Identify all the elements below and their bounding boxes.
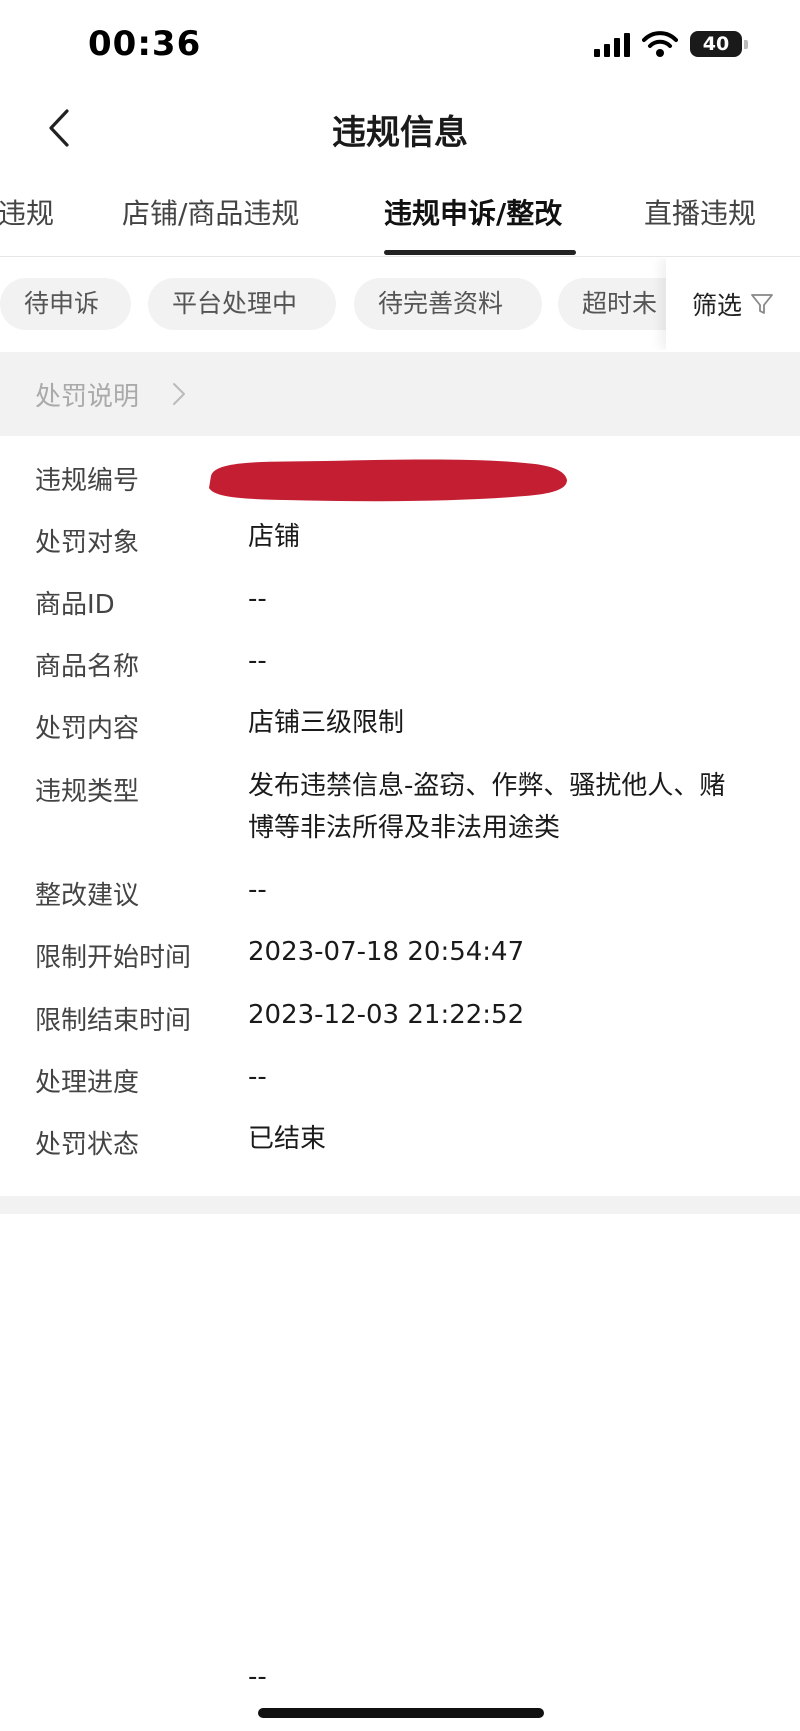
detail-value: 已结束 xyxy=(248,1124,327,1154)
detail-value: -- xyxy=(248,1062,267,1092)
detail-value: -- xyxy=(248,875,267,905)
tab-violation[interactable]: 违规 xyxy=(0,192,54,232)
detail-value: -- xyxy=(248,584,267,614)
cellular-signal-icon xyxy=(594,31,630,57)
filter-button[interactable]: 筛选 xyxy=(666,258,800,350)
active-tab-indicator xyxy=(384,250,576,255)
detail-label: 整改建议 xyxy=(35,881,140,911)
detail-label: 限制结束时间 xyxy=(35,1006,192,1036)
detail-label: 处罚对象 xyxy=(35,528,140,558)
status-bar: 00:36 40 xyxy=(0,0,800,95)
tab-appeal-rectify[interactable]: 违规申诉/整改 xyxy=(384,192,562,232)
detail-label: 处罚内容 xyxy=(35,714,140,744)
detail-value: 店铺三级限制 xyxy=(248,708,405,738)
battery-icon: 40 xyxy=(690,31,748,57)
chip-pending-appeal[interactable]: 待申诉 xyxy=(0,278,131,330)
filter-label: 筛选 xyxy=(691,291,742,320)
detail-label: 限制开始时间 xyxy=(35,943,192,973)
battery-level: 40 xyxy=(702,33,730,55)
tab-store-product-violation[interactable]: 店铺/商品违规 xyxy=(122,192,299,232)
chip-platform-processing[interactable]: 平台处理中 xyxy=(148,278,336,330)
detail-label: 违规编号 xyxy=(35,466,140,496)
redaction-mark xyxy=(209,459,567,502)
detail-label: 违规类型 xyxy=(35,777,140,807)
nav-bar: 违规信息 xyxy=(0,95,800,163)
funnel-icon xyxy=(751,294,773,314)
tab-live-violation[interactable]: 直播违规 xyxy=(644,192,756,232)
status-icons: 40 xyxy=(594,30,748,58)
chip-pending-documents[interactable]: 待完善资料 xyxy=(354,278,542,330)
detail-label: 商品名称 xyxy=(35,652,140,682)
detail-value: 2023-12-03 21:22:52 xyxy=(248,1000,525,1030)
punishment-explanation-link[interactable]: 处罚说明 xyxy=(0,352,800,436)
section-divider xyxy=(0,1196,800,1214)
detail-label: 处理进度 xyxy=(35,1068,140,1098)
status-time: 00:36 xyxy=(88,24,202,64)
tab-bar: 违规 店铺/商品违规 违规申诉/整改 直播违规 xyxy=(0,180,800,257)
detail-label: 处罚状态 xyxy=(35,1130,140,1160)
detail-value: -- xyxy=(248,646,267,676)
page-title: 违规信息 xyxy=(332,113,468,153)
detail-value: 发布违禁信息-盗窃、作弊、骚扰他人、赌博等非法所得及非法用途类 xyxy=(248,771,726,843)
detail-value: 店铺 xyxy=(248,522,301,552)
detail-value: 2023-07-18 20:54:47 xyxy=(248,937,525,967)
punishment-explanation-label: 处罚说明 xyxy=(35,382,140,412)
wifi-icon xyxy=(642,31,678,57)
status-filter-chips: 待申诉 平台处理中 待完善资料 超时未 筛选 xyxy=(0,258,800,350)
chevron-right-icon xyxy=(173,383,185,405)
next-record-partial-value: -- xyxy=(248,1662,267,1692)
home-indicator[interactable] xyxy=(258,1708,544,1718)
detail-label: 商品ID xyxy=(35,590,115,620)
